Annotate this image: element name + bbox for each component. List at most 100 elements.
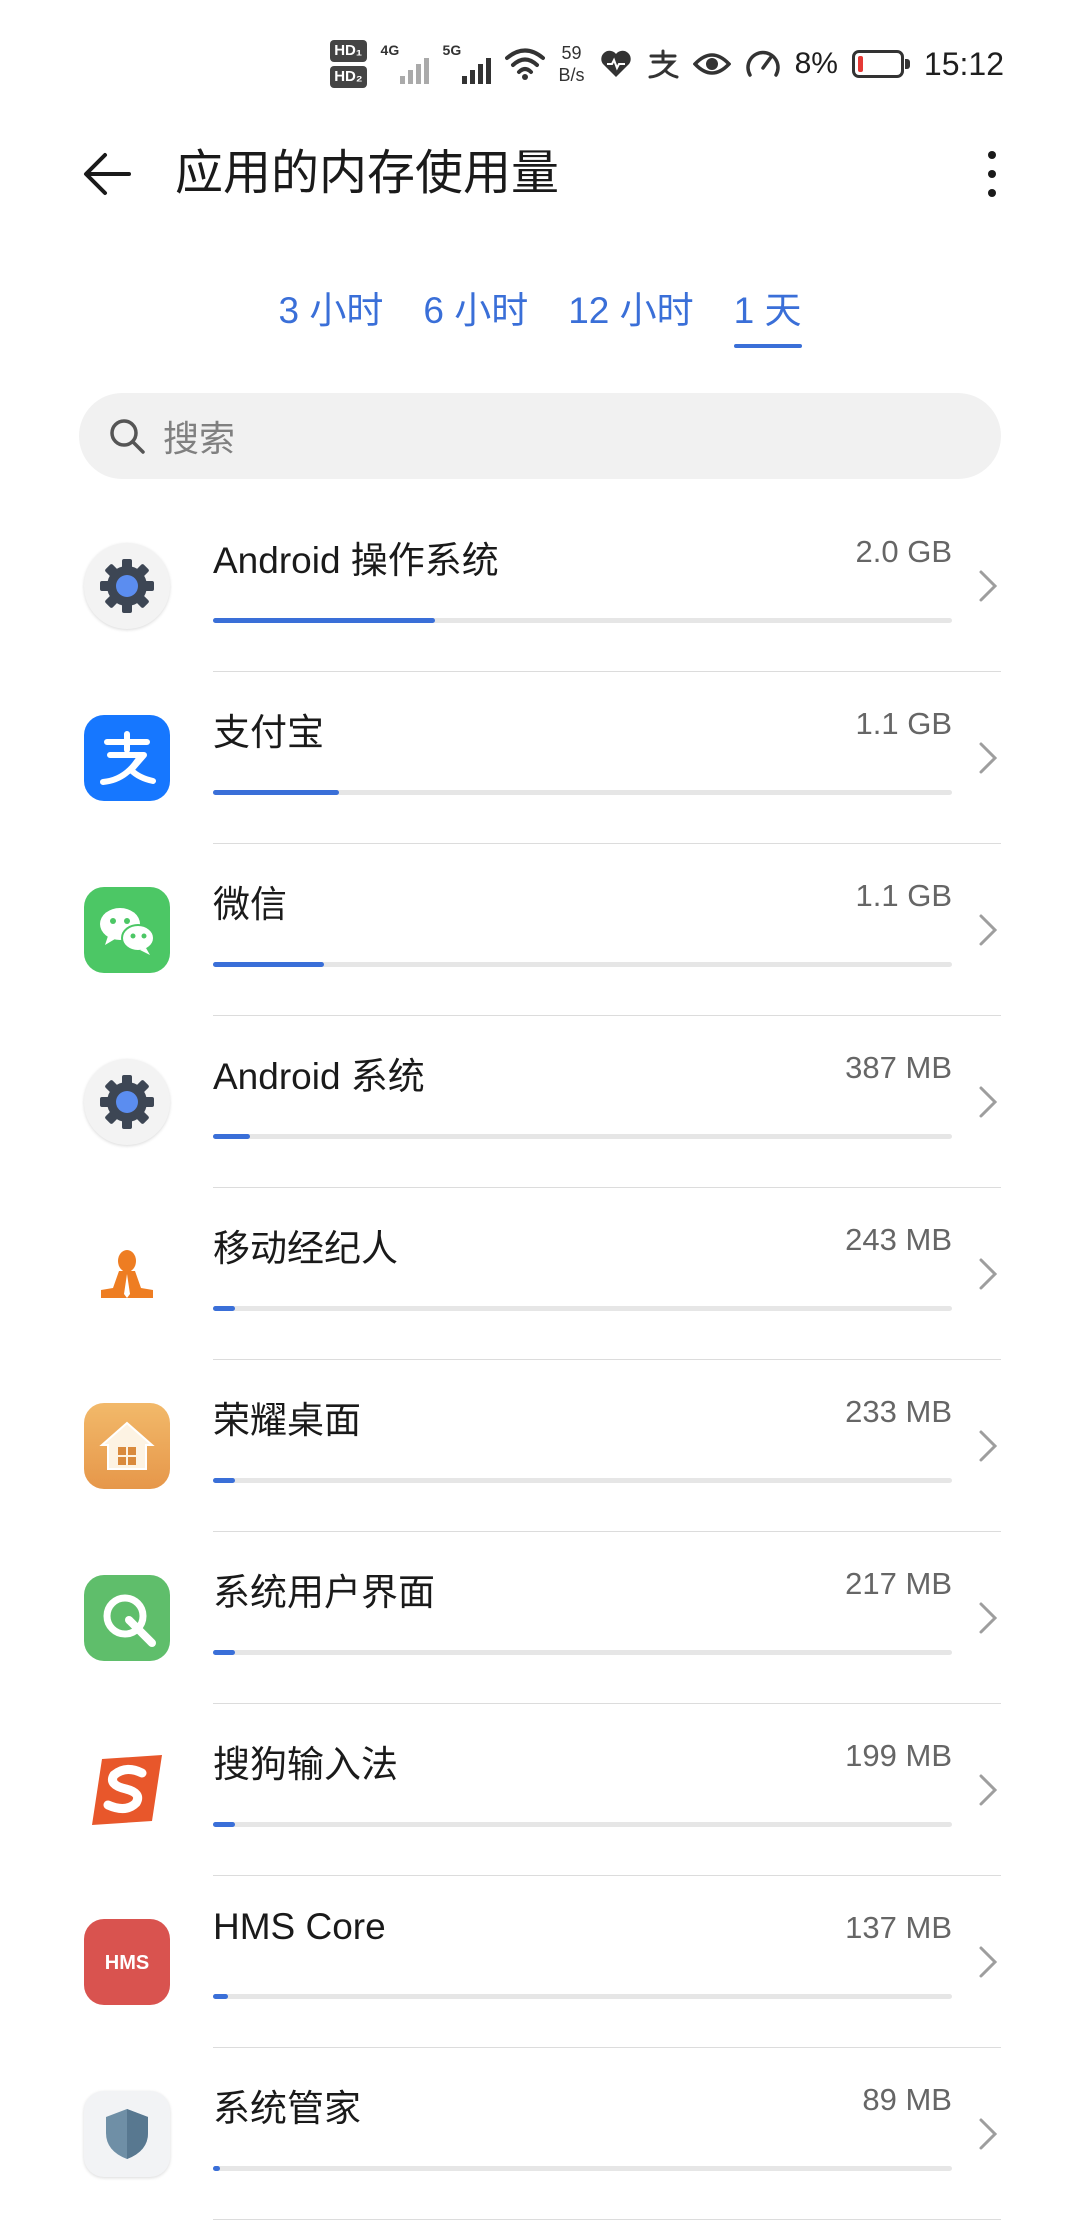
list-item[interactable]: 系统管家 89 MB [0,2048,1080,2220]
app-name: 支付宝 [213,712,324,753]
clock: 15:12 [923,45,1004,82]
chevron-right-icon [979,570,998,602]
memory-size: 137 MB [845,1910,952,1945]
signal-sim1-label: 4G [380,42,400,58]
chevron-right-icon [979,914,998,946]
usage-bar [213,790,339,795]
memory-size: 2.0 GB [855,534,953,569]
search-input[interactable]: 搜索 [79,393,1001,479]
chevron-right-icon [979,1774,998,1806]
memory-size: 243 MB [845,1222,952,1257]
chevron-right-icon [979,1946,998,1978]
app-name: Android 操作系统 [213,540,499,581]
list-item[interactable]: 支付宝 1.1 GB [0,672,1080,844]
app-name: 系统用户界面 [213,1572,435,1613]
battery-icon [851,50,910,78]
usage-bar [213,1134,250,1139]
tab-1-day[interactable]: 1 天 [733,272,802,350]
signal-sim1-icon: 4G [380,42,429,84]
status-bar-right: HD₁ HD₂ 4G 5G 59 B/s 8% 15:12 [330,34,1004,94]
android-system-gear-icon [84,543,170,629]
usage-bar [213,1650,236,1655]
memory-size: 217 MB [845,1566,952,1601]
net-speed-unit: B/s [558,65,585,85]
time-range-tabs: 3 小时 6 小时 12 小时 1 天 [0,272,1080,350]
health-icon [600,50,631,77]
alipay-icon [84,715,170,801]
battery-percent: 8% [794,47,838,80]
usage-bar-track [213,1478,952,1483]
signal-sim2-icon: 5G [442,42,491,84]
tab-3-hours[interactable]: 3 小时 [278,272,383,350]
memory-size: 233 MB [845,1394,952,1429]
usage-bar-track [213,1134,952,1139]
list-item[interactable]: Android 操作系统 2.0 GB [0,500,1080,672]
memory-size: 89 MB [862,2082,952,2117]
memory-size: 199 MB [845,1738,952,1773]
usage-bar-track [213,2166,952,2171]
usage-bar [213,1478,236,1483]
svg-text:HMS: HMS [105,1952,149,1974]
broker-person-icon [84,1231,170,1317]
list-item[interactable]: 移动经纪人 243 MB [0,1188,1080,1360]
back-button[interactable] [72,144,142,204]
app-name: HMS Core [213,1906,386,1947]
chevron-right-icon [979,2118,998,2150]
list-item[interactable]: HMS HMS Core 137 MB [0,1876,1080,2048]
hms-core-icon: HMS [84,1919,170,2005]
app-name: 移动经纪人 [213,1228,398,1269]
chevron-right-icon [979,1258,998,1290]
search-icon [110,419,145,454]
sogou-input-icon [84,1747,170,1833]
usage-bar [213,2166,221,2171]
hd-indicators: HD₁ HD₂ [330,40,367,88]
more-options-button[interactable] [968,138,1016,210]
eye-icon [692,53,731,75]
app-name: 系统管家 [213,2088,361,2129]
divider [213,2219,1001,2220]
speedometer-icon [745,50,780,77]
memory-size: 1.1 GB [855,706,953,741]
list-item[interactable]: 搜狗输入法 199 MB [0,1704,1080,1876]
chevron-right-icon [979,1430,998,1462]
arrow-left-icon [84,153,131,195]
chevron-right-icon [979,1086,998,1118]
status-bar: HD₁ HD₂ 4G 5G 59 B/s 8% 15:12 [0,0,1080,124]
list-item[interactable]: 荣耀桌面 233 MB [0,1360,1080,1532]
hd2-badge: HD₂ [330,66,367,88]
memory-size: 387 MB [845,1050,952,1085]
search-placeholder: 搜索 [163,418,236,459]
usage-bar-track [213,618,952,623]
usage-bar [213,1306,236,1311]
list-item[interactable]: 系统用户界面 217 MB [0,1532,1080,1704]
usage-bar [213,1822,236,1827]
app-name: 荣耀桌面 [213,1400,361,1441]
page-title: 应用的内存使用量 [175,147,560,200]
system-manager-shield-icon [84,2091,170,2177]
more-vertical-icon [988,151,996,159]
usage-bar-track [213,962,952,967]
honor-launcher-home-icon [84,1403,170,1489]
wechat-icon [84,887,170,973]
chevron-right-icon [979,1602,998,1634]
app-name: 微信 [213,884,287,925]
usage-bar-track [213,1650,952,1655]
usage-bar [213,1994,228,1999]
memory-size: 1.1 GB [855,878,953,913]
tab-12-hours[interactable]: 12 小时 [568,272,693,350]
usage-bar-track [213,790,952,795]
usage-bar-track [213,1306,952,1311]
battery-fill [857,56,863,72]
usage-bar [213,962,324,967]
app-bar: 应用的内存使用量 [0,124,1080,224]
list-item[interactable]: Android 系统 387 MB [0,1016,1080,1188]
android-gear-icon [84,1059,170,1145]
app-name: Android 系统 [213,1056,425,1097]
list-item[interactable]: 微信 1.1 GB [0,844,1080,1016]
tab-6-hours[interactable]: 6 小时 [423,272,528,350]
signal-sim2-label: 5G [442,42,462,58]
app-memory-list: Android 操作系统 2.0 GB 支付宝 1.1 GB 微信 1.1 GB… [0,500,1080,2220]
usage-bar-track [213,1822,952,1827]
net-speed: 59 B/s [559,42,585,86]
alipay-status-icon [648,49,679,79]
